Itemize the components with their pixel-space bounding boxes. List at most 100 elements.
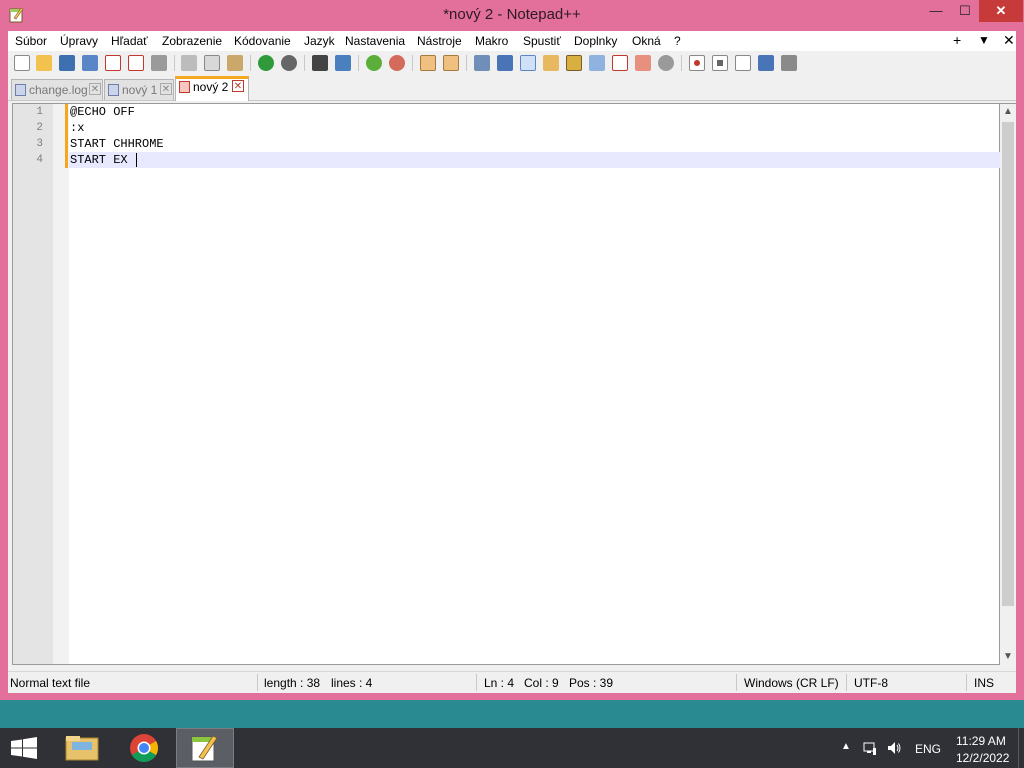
play-macro-icon[interactable] [735,55,751,71]
show-desktop-button[interactable] [1018,728,1024,768]
run-macro-multiple-icon[interactable] [758,55,774,71]
tab-close-icon[interactable]: ✕ [232,80,244,92]
indent-guide-icon[interactable] [520,55,536,71]
volume-icon[interactable] [886,740,902,756]
tray-overflow-icon[interactable]: ▲ [841,741,851,752]
status-lines: lines : 4 [331,676,373,690]
toolbar [8,51,1016,75]
close-icon[interactable] [105,55,121,71]
status-separator [476,674,477,691]
menu-nastavenia[interactable]: Nastavenia [345,34,405,48]
current-line-highlight [69,152,1000,168]
stop-macro-icon[interactable] [712,55,728,71]
menu-subor[interactable]: Súbor [15,34,47,48]
function-list-icon[interactable] [589,55,605,71]
clock-time[interactable]: 11:29 AM [956,734,1006,748]
code-line[interactable]: :x [70,121,84,135]
find-icon[interactable] [312,55,328,71]
sync-horizontal-icon[interactable] [443,55,459,71]
status-ln: Ln : 4 [484,676,515,690]
toolbar-separator [174,55,175,71]
line-number-gutter [13,104,53,664]
macro-panel-icon[interactable] [658,55,674,71]
file-explorer-icon[interactable] [56,728,108,768]
print-icon[interactable] [151,55,167,71]
language-indicator[interactable]: ENG [915,742,941,756]
status-separator [846,674,847,691]
menu-jazyk[interactable]: Jazyk [304,34,335,48]
menu-help[interactable]: ? [674,34,681,48]
status-pos: Pos : 39 [569,676,614,690]
doc-map-icon[interactable] [566,55,582,71]
save-icon[interactable] [59,55,75,71]
menu-spustit[interactable]: Spustiť [523,34,561,48]
close-window-button[interactable]: ✕ [979,0,1023,22]
toolbar-separator [681,55,682,71]
tab-change-log[interactable]: change.log ✕ [11,79,103,100]
app-client-area: Súbor Úpravy Hľadať Zobrazenie Kódovanie… [8,31,1016,693]
new-file-icon[interactable] [14,55,30,71]
tab-novy-2[interactable]: nový 2 ✕ [175,76,249,101]
redo-icon[interactable] [281,55,297,71]
status-eol: Windows (CR LF) [744,676,839,690]
folder-workspace-icon[interactable] [612,55,628,71]
menu-kodovanie[interactable]: Kódovanie [234,34,291,48]
vertical-scrollbar[interactable]: ▲ ▼ [1000,103,1016,665]
cut-icon[interactable] [181,55,197,71]
network-icon[interactable] [862,740,878,756]
file-tab-icon [179,81,190,93]
scroll-down-icon[interactable]: ▼ [1000,649,1016,665]
toolbar-separator [412,55,413,71]
save-macro-icon[interactable] [781,55,797,71]
paste-icon[interactable] [227,55,243,71]
replace-icon[interactable] [335,55,351,71]
change-history-marker [65,104,68,120]
menu-makro[interactable]: Makro [475,34,508,48]
record-macro-icon[interactable] [689,55,705,71]
save-all-icon[interactable] [82,55,98,71]
toolbar-separator [466,55,467,71]
chrome-icon[interactable] [118,728,170,768]
text-editor[interactable]: 1 2 3 4 @ECHO OFF :x START CHHROME START… [12,103,1000,665]
line-number: 3 [36,138,43,150]
title-bar[interactable]: *nový 2 - Notepad++ — ☐ ✕ [0,0,1024,31]
menu-nastroje[interactable]: Nástroje [417,34,462,48]
sync-vertical-icon[interactable] [420,55,436,71]
line-number: 4 [36,154,43,166]
tab-close-icon[interactable]: ✕ [89,83,101,95]
notepadpp-icon[interactable] [176,728,234,768]
copy-icon[interactable] [204,55,220,71]
status-separator [966,674,967,691]
toolbar-separator [250,55,251,71]
menu-zobrazenie[interactable]: Zobrazenie [162,34,222,48]
maximize-button[interactable]: ☐ [954,0,976,22]
user-lang-icon[interactable] [543,55,559,71]
close-tab-x-button[interactable]: ✕ [1003,32,1015,49]
scroll-thumb[interactable] [1002,122,1014,606]
code-line[interactable]: START CHHROME [70,137,164,151]
undo-icon[interactable] [258,55,274,71]
open-file-icon[interactable] [36,55,52,71]
windows-start-icon[interactable] [0,728,48,768]
taskbar: ▲ ENG 11:29 AM 12/2/2022 [0,728,1024,768]
tab-novy-1[interactable]: nový 1 ✕ [104,79,174,100]
menu-hladat[interactable]: Hľadať [111,34,148,48]
show-all-chars-icon[interactable] [497,55,513,71]
close-all-icon[interactable] [128,55,144,71]
code-line[interactable]: @ECHO OFF [70,105,135,119]
line-number: 1 [36,106,43,118]
scroll-up-icon[interactable]: ▲ [1000,104,1016,120]
zoom-out-icon[interactable] [389,55,405,71]
tab-close-icon[interactable]: ✕ [160,83,172,95]
monitoring-icon[interactable] [635,55,651,71]
clock-date[interactable]: 12/2/2022 [956,751,1009,765]
tab-list-dropdown-button[interactable]: ▼ [978,33,990,47]
new-tab-plus-button[interactable]: + [953,32,961,48]
menu-okna[interactable]: Okná [632,34,661,48]
zoom-in-icon[interactable] [366,55,382,71]
code-line[interactable]: START EX [70,153,128,167]
minimize-button[interactable]: — [918,0,954,22]
word-wrap-icon[interactable] [474,55,490,71]
menu-upravy[interactable]: Úpravy [60,34,98,48]
menu-doplnky[interactable]: Doplnky [574,34,617,48]
